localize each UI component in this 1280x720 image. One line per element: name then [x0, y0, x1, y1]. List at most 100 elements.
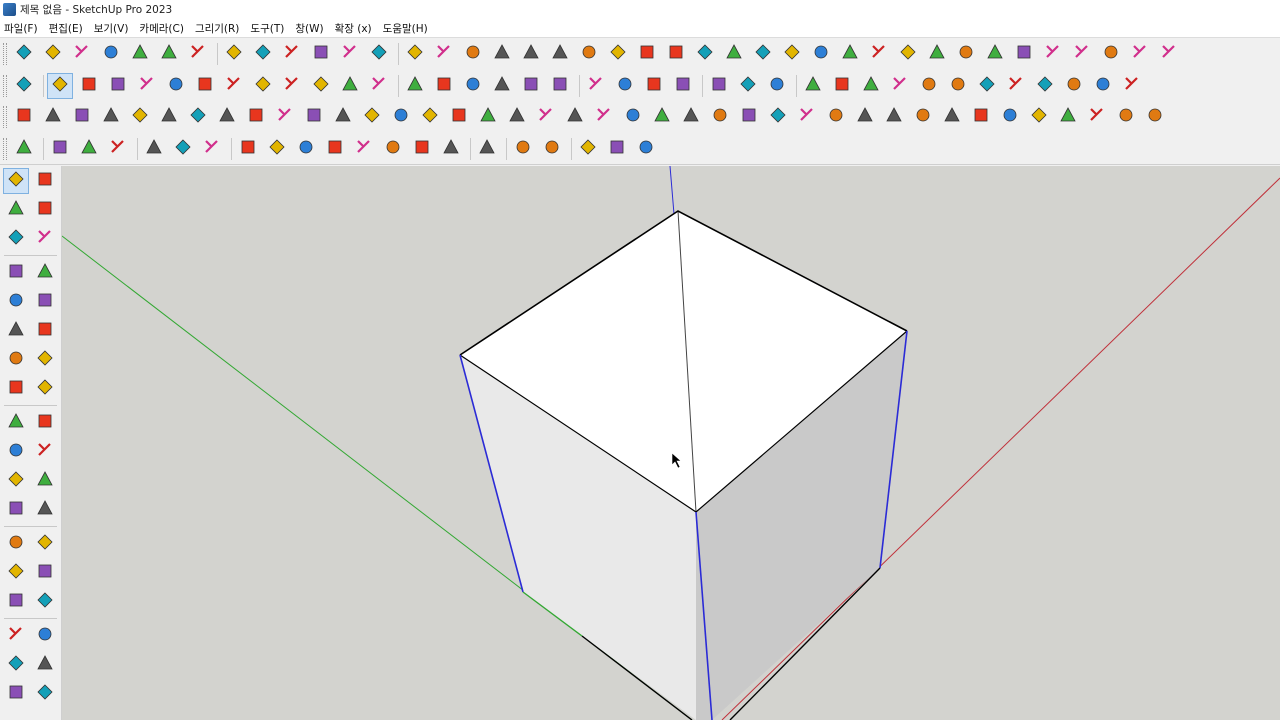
bracket3-button[interactable]	[533, 104, 559, 130]
axis-y-button[interactable]	[351, 136, 377, 162]
left-zoom-button[interactable]	[3, 652, 29, 678]
rotate3-button[interactable]	[866, 41, 892, 67]
settings-gear-button[interactable]	[633, 136, 659, 162]
lines-button[interactable]	[591, 104, 617, 130]
menu-file[interactable]: 파일(F)	[4, 21, 38, 36]
bracket2-button[interactable]	[446, 104, 472, 130]
scene-button[interactable]	[575, 136, 601, 162]
hook-button[interactable]	[887, 73, 913, 99]
component-button[interactable]	[11, 41, 37, 67]
back-view-button[interactable]	[127, 41, 153, 67]
axis-push-button[interactable]	[235, 136, 261, 162]
move-tool-button[interactable]	[250, 73, 276, 99]
left-axes2-button[interactable]	[3, 589, 29, 615]
axis-n-button[interactable]	[380, 136, 406, 162]
layer-red-button[interactable]	[337, 41, 363, 67]
left-tape-measure-button[interactable]	[32, 226, 58, 252]
toolbar-grip[interactable]	[3, 43, 7, 65]
rotate-tool-button[interactable]	[279, 73, 305, 99]
arc-button[interactable]	[576, 41, 602, 67]
cube-cyan-button[interactable]	[974, 73, 1000, 99]
view-frame-button[interactable]	[11, 136, 37, 162]
arrow-down-button[interactable]	[823, 104, 849, 130]
grid-button[interactable]	[1098, 41, 1124, 67]
scale-button[interactable]	[308, 73, 334, 99]
paint-bucket-button[interactable]	[402, 73, 428, 99]
solid-grey-button[interactable]	[170, 136, 196, 162]
magnet-button[interactable]	[953, 41, 979, 67]
left-orbit-button[interactable]	[32, 168, 58, 194]
stamp-button[interactable]	[612, 73, 638, 99]
stack2-button[interactable]	[156, 104, 182, 130]
ribbon-button[interactable]	[105, 136, 131, 162]
pan-button[interactable]	[460, 73, 486, 99]
fill-button[interactable]	[800, 73, 826, 99]
ball-button[interactable]	[388, 104, 414, 130]
left-previous-view-button[interactable]	[32, 681, 58, 707]
hand-button[interactable]	[272, 104, 298, 130]
dots-button[interactable]	[605, 41, 631, 67]
zoom-button[interactable]	[11, 73, 37, 99]
left-three-point-arc-button[interactable]	[32, 376, 58, 402]
select-button[interactable]	[47, 72, 73, 99]
door-button[interactable]	[40, 41, 66, 67]
cube-yellow-button[interactable]	[945, 73, 971, 99]
red-square-button[interactable]	[431, 41, 457, 67]
curve-button[interactable]	[69, 104, 95, 130]
left-pan-button[interactable]	[32, 623, 58, 649]
camera-button[interactable]	[604, 136, 630, 162]
orbit-button[interactable]	[431, 73, 457, 99]
left-arc-button[interactable]	[3, 347, 29, 373]
gear-button[interactable]	[1069, 41, 1095, 67]
left-select-button[interactable]	[3, 167, 30, 194]
left-orbit2-button[interactable]	[3, 623, 29, 649]
left-polygon-button[interactable]	[32, 318, 58, 344]
zoom-extents-button[interactable]	[518, 73, 544, 99]
link-button[interactable]	[547, 41, 573, 67]
star-button[interactable]	[895, 41, 921, 67]
arrows-red-button[interactable]	[1061, 73, 1087, 99]
vertex-button[interactable]	[11, 104, 37, 130]
left-protractor-button[interactable]	[3, 560, 29, 586]
menu-camera[interactable]: 카메라(C)	[139, 21, 184, 36]
left-pencil-button[interactable]	[3, 260, 29, 286]
triangle-button[interactable]	[504, 104, 530, 130]
front-view-button[interactable]	[98, 41, 124, 67]
toolbar-grip[interactable]	[3, 137, 7, 160]
left-offset-button[interactable]	[32, 468, 58, 494]
left-section-plane-button[interactable]	[32, 497, 58, 523]
section-button[interactable]	[547, 73, 573, 99]
warning-button[interactable]	[779, 41, 805, 67]
fold-button[interactable]	[765, 104, 791, 130]
layer-blue-button[interactable]	[221, 41, 247, 67]
follow-me-button[interactable]	[221, 73, 247, 99]
arc-tool-button[interactable]	[134, 73, 160, 99]
ruler-button[interactable]	[518, 41, 544, 67]
stack-button[interactable]	[127, 104, 153, 130]
left-axes-button[interactable]	[3, 497, 29, 523]
spray-button[interactable]	[76, 136, 102, 162]
stripes2-button[interactable]	[1142, 104, 1168, 130]
zoom-window-button[interactable]	[489, 73, 515, 99]
square-outline-button[interactable]	[185, 41, 211, 67]
menu-edit[interactable]: 편집(E)	[49, 21, 83, 36]
box-button[interactable]	[924, 41, 950, 67]
bar-blue-button[interactable]	[1003, 73, 1029, 99]
left-eraser-button[interactable]	[32, 197, 58, 223]
left-rotated-rectangle-button[interactable]	[32, 289, 58, 315]
menu-view[interactable]: 보기(V)	[94, 21, 129, 36]
axis-r-button[interactable]	[322, 136, 348, 162]
ruler2-button[interactable]	[678, 104, 704, 130]
cone-button[interactable]	[721, 41, 747, 67]
left-component-button[interactable]	[3, 226, 29, 252]
green-cross-button[interactable]	[663, 41, 689, 67]
drape-button[interactable]	[641, 73, 667, 99]
move-button[interactable]	[982, 41, 1008, 67]
menu-window[interactable]: 창(W)	[295, 21, 323, 36]
offset-button[interactable]	[337, 73, 363, 99]
left-scale-button[interactable]	[3, 468, 29, 494]
solid-green-button[interactable]	[199, 136, 225, 162]
left-rotate-button[interactable]	[3, 439, 29, 465]
hourglass-button[interactable]	[1119, 73, 1145, 99]
left-dimension-button[interactable]	[32, 531, 58, 557]
